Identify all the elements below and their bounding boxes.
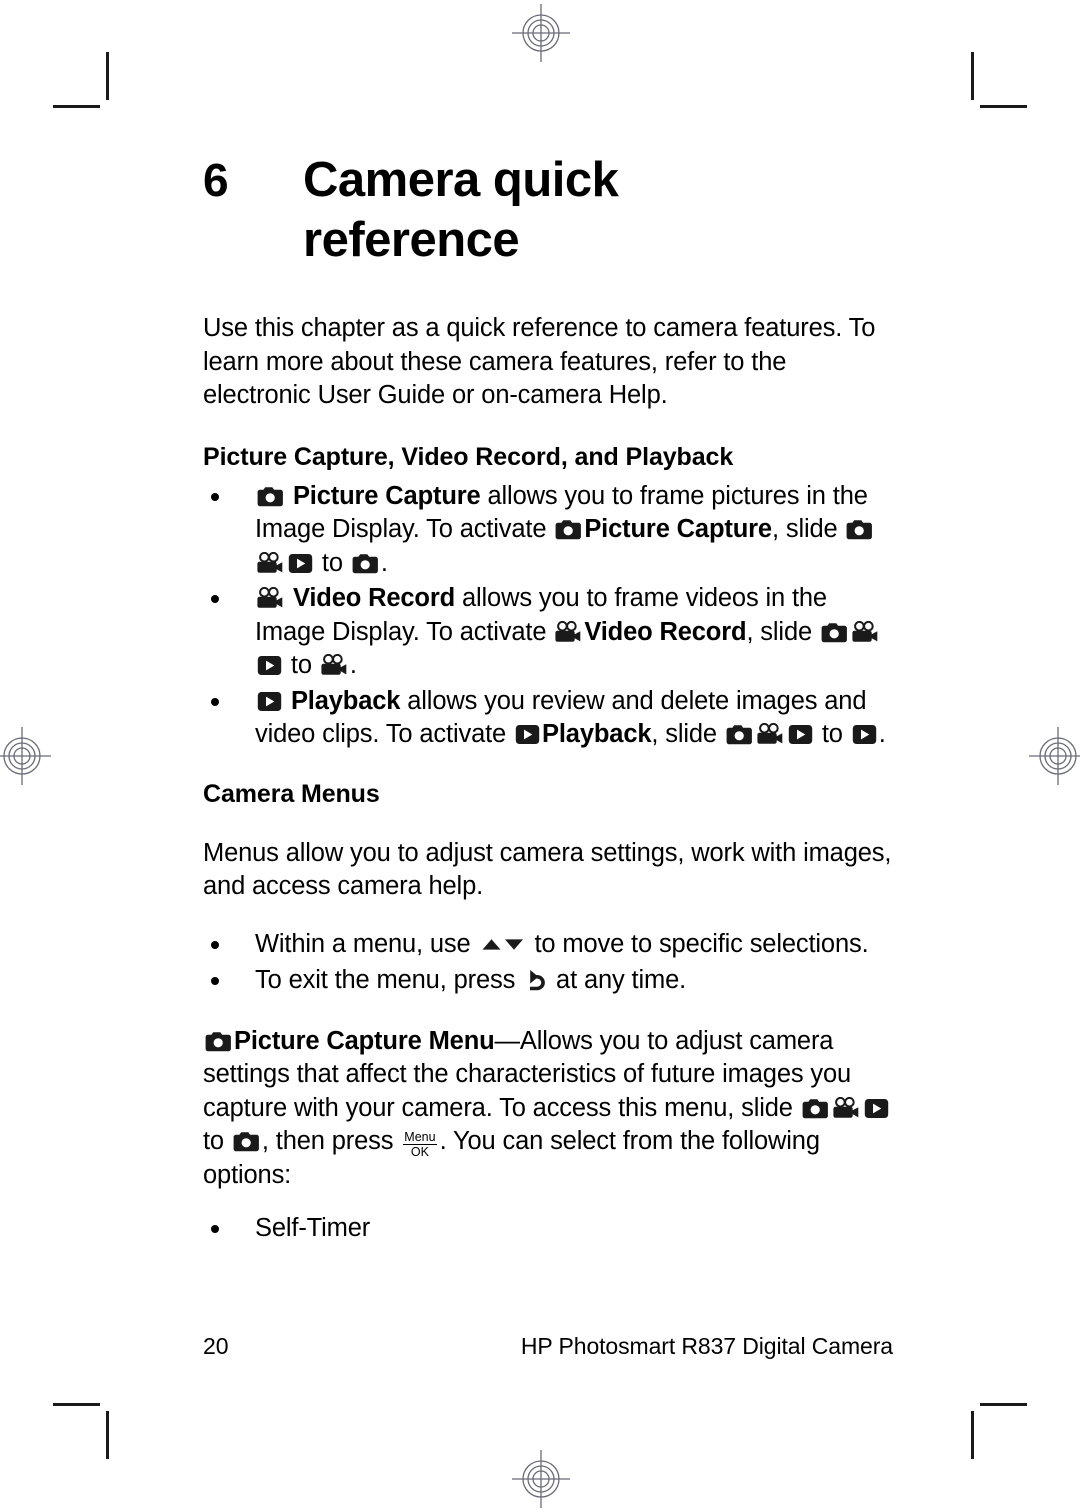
camera-icon — [802, 1098, 829, 1119]
bullet-text-3: to — [315, 548, 350, 577]
crop-mark-bottom-left-vertical — [106, 1411, 109, 1459]
registration-mark-bottom-center — [510, 1448, 572, 1510]
bullet-dot-icon — [211, 1225, 219, 1233]
chapter-number: 6 — [203, 154, 229, 206]
camera-menus-intro: Menus allow you to adjust camera setting… — [203, 838, 892, 901]
chapter-heading: 6 Camera quick reference — [203, 150, 893, 270]
camera-icon — [726, 724, 753, 745]
bullet-text-4: . — [380, 548, 388, 577]
bullet-bold-label: Video Record — [292, 584, 456, 612]
crop-mark-top-left-horizontal — [53, 105, 100, 108]
list-item: Video Record allows you to frame videos … — [203, 582, 893, 683]
capture-bullet-list: Picture Capture allows you to frame pict… — [203, 480, 893, 752]
camera-icon — [821, 622, 848, 643]
playback-icon — [288, 553, 313, 574]
section-heading-capture: Picture Capture, Video Record, and Playb… — [203, 442, 734, 471]
list-item: Within a menu, use to move to specific s… — [203, 928, 893, 963]
list-item: To exit the menu, press at any time. — [203, 964, 893, 1001]
video-camera-icon — [833, 1096, 860, 1119]
capture-menu-options-list: Self-Timer — [203, 1212, 893, 1246]
bullet-text-4: . — [349, 651, 357, 679]
page-footer: 20 HP Photosmart R837 Digital Camera — [203, 1333, 893, 1360]
playback-icon — [852, 724, 877, 745]
playback-icon — [864, 1098, 889, 1119]
video-camera-icon — [257, 587, 284, 609]
menu-bullet-text-2: at any time. — [549, 966, 687, 994]
bullet-dot-icon — [211, 940, 219, 949]
menu-bullet-text-1: Within a menu, use — [255, 929, 478, 958]
bullet-bold-label-2: Video Record — [584, 617, 747, 646]
registration-mark-right-middle — [1027, 725, 1080, 787]
bullet-bold-label-2: Playback — [542, 720, 652, 748]
bullet-text-4: . — [878, 720, 886, 748]
page-content: 6 Camera quick reference Use this chapte… — [203, 150, 893, 1246]
list-item: Playback allows you review and delete im… — [203, 685, 893, 752]
list-item: Self-Timer — [203, 1212, 893, 1246]
option-label: Self-Timer — [255, 1214, 371, 1242]
capture-menu-bold-label: Picture Capture Menu — [234, 1026, 495, 1055]
back-arrow-icon — [525, 967, 546, 1001]
video-camera-icon — [852, 620, 879, 643]
menu-bullet-text-2: to move to specific selections. — [527, 929, 869, 958]
picture-capture-menu-paragraph: Picture Capture Menu—Allows you to adjus… — [203, 1025, 893, 1193]
video-camera-icon — [757, 723, 784, 745]
bullet-text-3: to — [814, 720, 850, 748]
bullet-bold-label: Picture Capture — [292, 481, 481, 510]
capture-menu-text-3: , then press — [261, 1127, 401, 1155]
camera-icon — [846, 519, 873, 540]
bullet-dot-icon — [211, 977, 219, 985]
crop-mark-bottom-right-vertical — [971, 1411, 974, 1459]
playback-icon — [788, 724, 813, 745]
registration-mark-top-center — [510, 2, 572, 64]
video-camera-icon — [257, 551, 284, 574]
registration-mark-left-middle — [0, 725, 53, 787]
menu-ok-key-bottom-label: OK — [410, 1145, 429, 1159]
bullet-text-2: , slide — [771, 515, 845, 543]
playback-icon — [257, 691, 282, 712]
bullet-bold-label: Playback — [290, 686, 401, 715]
camera-icon — [233, 1131, 260, 1152]
crop-mark-top-right-horizontal — [980, 105, 1027, 108]
footer-product-name: HP Photosmart R837 Digital Camera — [520, 1333, 893, 1359]
crop-mark-bottom-right-horizontal — [980, 1403, 1027, 1406]
playback-icon — [257, 655, 282, 676]
bullet-text-2: , slide — [746, 617, 819, 646]
bullet-dot-icon — [211, 492, 219, 501]
bullet-dot-icon — [211, 697, 219, 706]
page-title: Camera quick reference — [303, 153, 619, 267]
bullet-text-2: , slide — [651, 720, 724, 748]
list-item: Picture Capture allows you to frame pict… — [203, 480, 893, 581]
bullet-dot-icon — [211, 595, 219, 603]
up-down-arrows-icon — [480, 929, 526, 963]
menu-bullet-text-1: To exit the menu, press — [255, 966, 523, 994]
capture-menu-text-2: to — [203, 1127, 231, 1155]
bullet-text-3: to — [284, 651, 319, 679]
page-number: 20 — [203, 1333, 229, 1359]
camera-icon — [205, 1031, 232, 1052]
menu-ok-key-top-label: Menu — [403, 1129, 437, 1145]
section-heading-camera-menus: Camera Menus — [203, 779, 380, 808]
crop-mark-bottom-left-horizontal — [53, 1403, 100, 1406]
bullet-bold-label-2: Picture Capture — [584, 515, 772, 543]
playback-icon — [515, 724, 540, 745]
video-camera-icon — [321, 654, 348, 676]
crop-mark-top-left-vertical — [106, 52, 109, 100]
video-camera-icon — [555, 620, 582, 643]
camera-icon — [352, 553, 379, 574]
crop-mark-top-right-vertical — [971, 52, 974, 100]
camera-icon — [555, 519, 582, 540]
camera-menus-bullet-list: Within a menu, use to move to specific s… — [203, 928, 893, 1001]
camera-icon — [257, 486, 284, 507]
menu-ok-key-icon: Menu OK — [403, 1129, 437, 1159]
intro-paragraph: Use this chapter as a quick reference to… — [203, 314, 876, 409]
